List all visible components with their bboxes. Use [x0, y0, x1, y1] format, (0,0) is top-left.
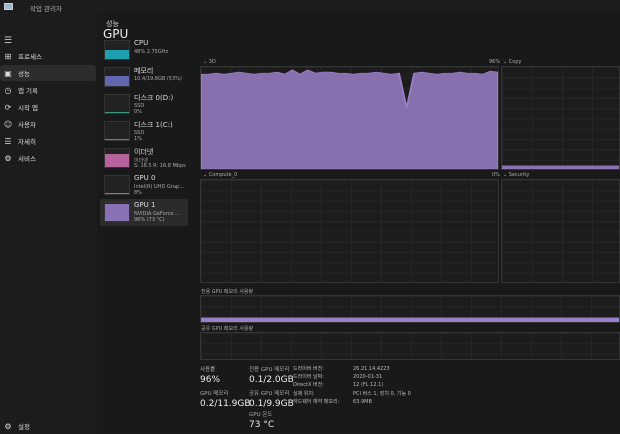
- window-title: 작업 관리자: [30, 5, 62, 13]
- perf-item[interactable]: 메모리 10.4/19.8GB (53%): [100, 64, 188, 91]
- perf-item-name: 이더넷: [134, 148, 154, 156]
- startup-icon: ⟳: [4, 102, 12, 112]
- info-value: 26.21.14.4223: [353, 366, 390, 372]
- stat-shared-memory: 공유 GPU 메모리 0.1/9.9GB: [249, 391, 294, 409]
- sidebar-item-label: 서비스: [18, 155, 36, 163]
- sidebar-item-history[interactable]: ◷ 앱 기록: [0, 82, 96, 98]
- perf-item-name: 디스크 0(D:): [134, 94, 174, 102]
- perf-item[interactable]: 이더넷 이더넷 S: 18.5 R: 16.8 Mbps: [100, 145, 188, 172]
- perf-item-detail: 8%: [134, 190, 142, 196]
- perf-thumbnail: [104, 121, 130, 141]
- stat-temperature: GPU 온도 73 °C: [249, 412, 275, 430]
- perf-item-detail: 48% 2.75GHz: [134, 49, 169, 55]
- perf-item-detail: 1%: [134, 136, 142, 142]
- sidebar-item-details[interactable]: ☰ 자세히: [0, 133, 96, 149]
- engine-3d-max: 96%: [489, 59, 501, 65]
- chart-copy: [501, 66, 620, 170]
- perf-item[interactable]: 디스크 0(D:) SSD 0%: [100, 91, 188, 118]
- sidebar-item-label: 자세히: [18, 138, 36, 146]
- perf-thumbnail: [104, 40, 130, 60]
- details-icon: ☰: [4, 136, 12, 146]
- series-3d-area: [201, 69, 498, 169]
- perf-thumbnail: [104, 148, 130, 168]
- perf-item[interactable]: 디스크 1(C:) SSD 1%: [100, 118, 188, 145]
- sidebar-item-performance[interactable]: ▣ 성능: [0, 65, 96, 81]
- chart-compute: [200, 179, 499, 283]
- sidebar-item-settings[interactable]: ⚙ 설정: [0, 418, 96, 434]
- info-key: 드라이버 버전:: [293, 366, 324, 372]
- sidebar-item-label: 프로세스: [18, 53, 42, 61]
- info-value: PCI 버스 1, 장치 0, 기능 0: [353, 390, 411, 397]
- engine-3d-label[interactable]: ⌄ 3D: [203, 59, 216, 65]
- info-key: DirectX 버전:: [293, 382, 324, 389]
- perf-item-name: CPU: [134, 39, 149, 47]
- history-icon: ◷: [4, 85, 12, 95]
- chart-shared-memory: [200, 332, 620, 360]
- info-key: 실제 위치:: [293, 390, 315, 397]
- series-copy-area: [502, 165, 619, 169]
- perf-thumbnail: [104, 175, 130, 195]
- perf-thumbnail: [104, 202, 130, 222]
- info-value: 12 (FL 12.1): [353, 382, 384, 389]
- chart-security: [501, 179, 620, 283]
- dedicated-memory-label: 전용 GPU 메모리 사용량: [201, 289, 254, 295]
- gpu-info-table: 드라이버 버전: 26.21.14.4223 드라이버 날짜: 2020-01-31 D…: [293, 365, 411, 406]
- engine-compute-label[interactable]: ⌄ Compute_0: [203, 172, 237, 178]
- stat-utilization: 사용률 96%: [200, 367, 221, 385]
- info-row: 실제 위치: PCI 버스 1, 장치 0, 기능 0: [293, 390, 411, 398]
- sidebar-item-label: 성능: [18, 70, 30, 78]
- settings-icon: ⚙: [4, 421, 12, 431]
- services-icon: ⚙: [4, 153, 12, 163]
- gpu-title: GPU: [103, 27, 129, 41]
- perf-thumbnail: [104, 94, 130, 114]
- process-icon: ⊞: [4, 51, 12, 61]
- perf-item-detail: 0%: [134, 109, 142, 115]
- sidebar-item-label: 사용자: [18, 121, 36, 129]
- sidebar-item-services[interactable]: ⚙ 서비스: [0, 150, 96, 166]
- users-icon: ☺: [3, 119, 13, 129]
- info-key: 드라이버 날짜:: [293, 374, 324, 381]
- dedicated-memory-fill: [201, 317, 619, 322]
- perf-item-detail: S: 18.5 R: 16.8 Mbps: [134, 163, 186, 169]
- info-value: 2020-01-31: [353, 374, 383, 381]
- perf-item[interactable]: GPU 0 Intel(R) UHD Grap... 8%: [100, 172, 188, 199]
- info-row: 드라이버 날짜: 2020-01-31: [293, 373, 411, 381]
- engine-copy-label[interactable]: ⌄ Copy: [503, 59, 521, 65]
- perf-item-detail: 10.4/19.8GB (53%): [134, 76, 182, 82]
- perf-item-name: GPU 1: [134, 201, 156, 209]
- perf-item-detail: 96% (73 °C): [134, 217, 165, 223]
- sidebar: ☰ ⊞ 프로세스 ▣ 성능 ◷ 앱 기록 ⟳ 시작 앱 ☺ 사용자 ☰ 자세히 ⚙ 서비스 ⚙ 설정: [0, 16, 97, 433]
- info-key: 하드웨어 예약 메모리:: [293, 398, 340, 405]
- info-row: 드라이버 버전: 26.21.14.4223: [293, 365, 411, 373]
- info-row: DirectX 버전: 12 (FL 12.1): [293, 381, 411, 389]
- perf-thumbnail: [104, 67, 130, 87]
- stat-gpu-memory: GPU 메모리 0.2/11.9GB: [200, 391, 251, 409]
- engine-compute-max: 0%: [492, 172, 500, 178]
- chart-3d: [200, 66, 499, 170]
- shared-memory-label: 공유 GPU 메모리 사용량: [201, 326, 254, 332]
- perf-item[interactable]: CPU 48% 2.75GHz: [100, 37, 188, 64]
- perf-item-name: 디스크 1(C:): [134, 121, 173, 129]
- sidebar-item-label: 시작 앱: [18, 104, 39, 112]
- sidebar-item-process[interactable]: ⊞ 프로세스: [0, 48, 96, 64]
- perf-item-name: GPU 0: [134, 174, 156, 182]
- performance-icon: ▣: [4, 68, 12, 78]
- sidebar-item-startup[interactable]: ⟳ 시작 앱: [0, 99, 96, 115]
- chart-dedicated-memory: [200, 295, 620, 323]
- app-icon: [4, 3, 13, 10]
- perf-item[interactable]: GPU 1 NVIDIA GeForce ... 96% (73 °C): [100, 199, 188, 226]
- info-value: 63.9MB: [353, 398, 372, 405]
- hamburger-menu-icon[interactable]: ☰: [4, 36, 12, 46]
- performance-list: CPU 48% 2.75GHz 메모리 10.4/19.8GB (53%) 디스…: [100, 37, 188, 226]
- stat-dedicated-memory: 전용 GPU 메모리 0.1/2.0GB: [249, 367, 294, 385]
- perf-item-name: 메모리: [134, 67, 154, 75]
- engine-security-label[interactable]: ⌄ Security: [503, 172, 529, 178]
- info-row: 하드웨어 예약 메모리: 63.9MB: [293, 398, 411, 406]
- sidebar-item-label: 앱 기록: [18, 87, 39, 95]
- sidebar-item-users[interactable]: ☺ 사용자: [0, 116, 96, 132]
